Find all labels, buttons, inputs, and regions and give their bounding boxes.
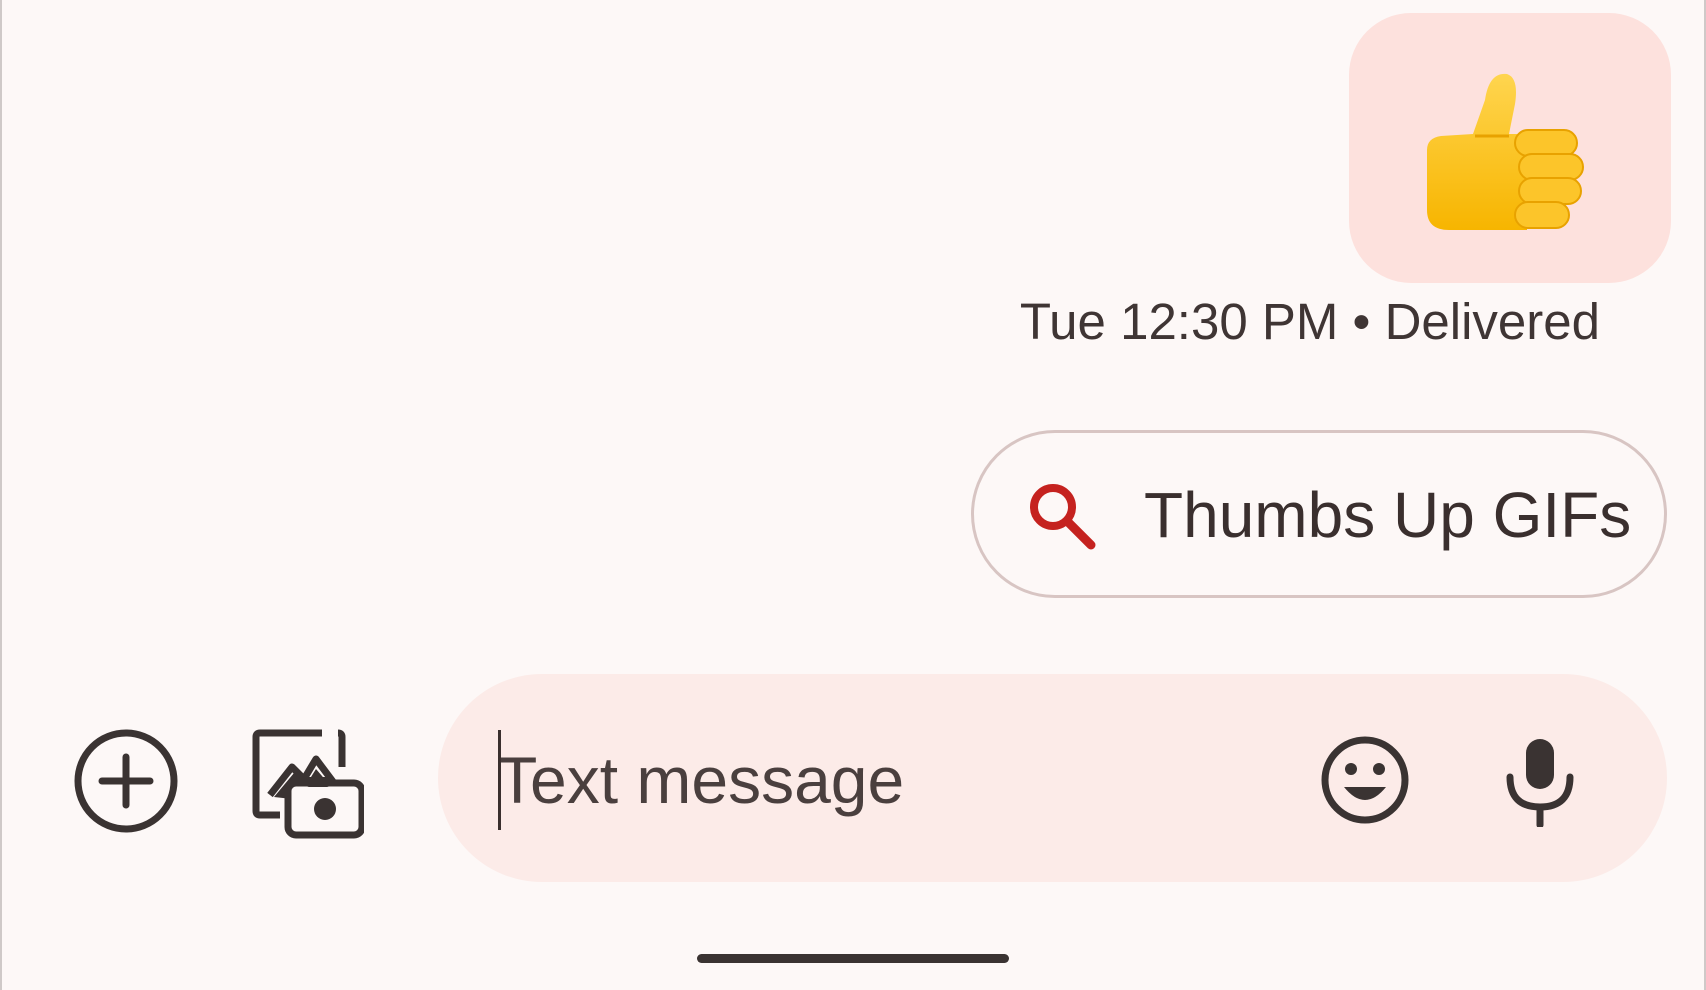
suggestion-chip-label: Thumbs Up GIFs bbox=[1144, 479, 1632, 551]
text-message-input[interactable] bbox=[497, 735, 1257, 825]
microphone-icon[interactable] bbox=[1500, 735, 1580, 827]
emoji-smile-icon[interactable] bbox=[1320, 735, 1410, 825]
window-edge-left bbox=[0, 0, 2, 990]
thumbs-up-emoji-icon bbox=[1427, 73, 1584, 230]
search-icon bbox=[1030, 484, 1096, 550]
home-gesture-bar[interactable] bbox=[697, 954, 1009, 963]
message-status-meta: Tue 12:30 PM • Delivered bbox=[1019, 293, 1600, 350]
add-circle-icon[interactable] bbox=[72, 727, 180, 835]
photo-camera-icon[interactable] bbox=[252, 727, 364, 839]
text-caret bbox=[498, 730, 501, 830]
